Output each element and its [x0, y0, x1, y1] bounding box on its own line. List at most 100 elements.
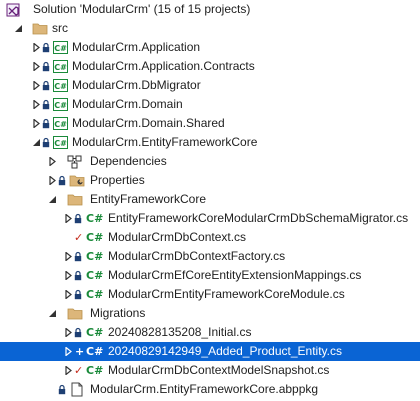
- modified-check-icon: ✓: [74, 364, 84, 377]
- csharp-file-icon: C#: [86, 250, 104, 263]
- file-node[interactable]: C# 20240828135208_Initial.cs: [0, 323, 420, 342]
- properties-label: Properties: [90, 173, 145, 187]
- csharp-project-icon: C#: [53, 98, 68, 111]
- lock-icon: [74, 289, 82, 300]
- file-node[interactable]: C# ModularCrmEfCoreEntityExtensionMappin…: [0, 266, 420, 285]
- chevron-down-icon[interactable]: [48, 309, 57, 318]
- chevron-right-icon[interactable]: [32, 119, 41, 128]
- file-label: ModularCrm.EntityFrameworkCore.abppkg: [90, 382, 319, 396]
- svg-text:C#: C#: [54, 63, 67, 72]
- chevron-right-icon[interactable]: [48, 176, 57, 185]
- lock-icon: [42, 137, 50, 148]
- file-node[interactable]: ✓ C# ModularCrmDbContext.cs: [0, 228, 420, 247]
- file-node[interactable]: ModularCrm.EntityFrameworkCore.abppkg: [0, 380, 420, 399]
- folder-properties-icon: [69, 175, 85, 187]
- chevron-down-icon[interactable]: [14, 24, 23, 33]
- file-label: ModularCrmDbContextFactory.cs: [108, 249, 286, 263]
- folder-icon: [67, 194, 83, 206]
- chevron-right-icon[interactable]: [64, 252, 73, 261]
- project-node[interactable]: C# ModularCrm.Application: [0, 38, 420, 57]
- project-label: ModularCrm.DbMigrator: [72, 78, 201, 92]
- chevron-right-icon[interactable]: [32, 81, 41, 90]
- csharp-file-icon: C#: [86, 212, 104, 225]
- lock-icon: [42, 61, 50, 72]
- properties-node[interactable]: Properties: [0, 171, 420, 190]
- csharp-file-icon: C#: [86, 364, 104, 377]
- chevron-right-icon[interactable]: [64, 328, 73, 337]
- project-label: ModularCrm.Domain.Shared: [72, 116, 225, 130]
- file-label: EntityFrameworkCoreModularCrmDbSchemaMig…: [108, 211, 409, 225]
- file-label: 20240829142949_Added_Product_Entity.cs: [108, 344, 342, 358]
- lock-icon: [58, 175, 66, 186]
- csharp-project-icon: C#: [53, 136, 68, 149]
- svg-text:C#: C#: [54, 82, 67, 91]
- folder-icon: [67, 308, 83, 320]
- lock-icon: [42, 42, 50, 53]
- file-label: ModularCrmEntityFrameworkCoreModule.cs: [108, 287, 345, 301]
- document-file-icon: [71, 382, 83, 397]
- csharp-project-icon: C#: [53, 60, 68, 73]
- project-node[interactable]: C# ModularCrm.Domain.Shared: [0, 114, 420, 133]
- folder-icon: [32, 23, 48, 35]
- chevron-right-icon[interactable]: [64, 366, 73, 375]
- file-label: 20240828135208_Initial.cs: [108, 325, 252, 339]
- csharp-file-icon: C#: [86, 231, 104, 244]
- project-label: ModularCrm.Application: [72, 40, 201, 54]
- chevron-down-icon[interactable]: [48, 195, 57, 204]
- file-node-selected[interactable]: + C# 20240829142949_Added_Product_Entity…: [0, 342, 420, 361]
- svg-text:C#: C#: [54, 44, 67, 53]
- csharp-file-icon: C#: [86, 326, 104, 339]
- project-label: ModularCrm.Application.Contracts: [72, 59, 255, 73]
- chevron-right-icon[interactable]: [64, 347, 73, 356]
- project-node[interactable]: C# ModularCrm.Domain: [0, 95, 420, 114]
- svg-text:C#: C#: [54, 139, 67, 148]
- folder-migrations[interactable]: Migrations: [0, 304, 420, 323]
- chevron-down-icon[interactable]: [32, 138, 41, 147]
- lock-icon: [42, 118, 50, 129]
- svg-text:C#: C#: [54, 101, 67, 110]
- svg-text:C#: C#: [54, 120, 67, 129]
- solution-explorer-tree: Solution 'ModularCrm' (15 of 15 projects…: [0, 0, 420, 401]
- dependencies-label: Dependencies: [90, 154, 167, 168]
- folder-label: src: [52, 21, 68, 35]
- csharp-project-icon: C#: [53, 41, 68, 54]
- file-label: ModularCrmDbContext.cs: [108, 230, 247, 244]
- lock-icon: [74, 213, 82, 224]
- modified-check-icon: ✓: [74, 231, 84, 244]
- lock-icon: [42, 80, 50, 91]
- file-label: ModularCrmEfCoreEntityExtensionMappings.…: [108, 268, 362, 282]
- csharp-project-icon: C#: [53, 79, 68, 92]
- folder-label: Migrations: [90, 306, 146, 320]
- chevron-right-icon[interactable]: [64, 271, 73, 280]
- file-node[interactable]: C# ModularCrmEntityFrameworkCoreModule.c…: [0, 285, 420, 304]
- file-node[interactable]: C# EntityFrameworkCoreModularCrmDbSchema…: [0, 209, 420, 228]
- chevron-right-icon[interactable]: [64, 214, 73, 223]
- project-label: ModularCrm.Domain: [72, 97, 183, 111]
- folder-entityframeworkcore[interactable]: EntityFrameworkCore: [0, 190, 420, 209]
- file-node[interactable]: C# ModularCrmDbContextFactory.cs: [0, 247, 420, 266]
- solution-label: Solution 'ModularCrm' (15 of 15 projects…: [33, 2, 251, 16]
- folder-src[interactable]: src: [0, 19, 420, 38]
- solution-node[interactable]: Solution 'ModularCrm' (15 of 15 projects…: [0, 0, 420, 19]
- file-node[interactable]: ✓ C# ModularCrmDbContextModelSnapshot.cs: [0, 361, 420, 380]
- chevron-right-icon[interactable]: [48, 157, 57, 166]
- chevron-right-icon[interactable]: [32, 43, 41, 52]
- dependencies-node[interactable]: Dependencies: [0, 152, 420, 171]
- lock-icon: [74, 327, 82, 338]
- chevron-right-icon[interactable]: [64, 290, 73, 299]
- lock-icon: [58, 384, 66, 395]
- project-node[interactable]: C# ModularCrm.DbMigrator: [0, 76, 420, 95]
- csharp-project-icon: C#: [53, 117, 68, 130]
- dependencies-icon: [67, 155, 82, 169]
- lock-icon: [42, 99, 50, 110]
- csharp-file-icon: C#: [86, 269, 104, 282]
- project-node-efcore[interactable]: C# ModularCrm.EntityFrameworkCore: [0, 133, 420, 152]
- folder-label: EntityFrameworkCore: [90, 192, 207, 206]
- file-label: ModularCrmDbContextModelSnapshot.cs: [108, 363, 330, 377]
- csharp-file-icon: C#: [86, 288, 104, 301]
- chevron-right-icon[interactable]: [32, 62, 41, 71]
- solution-icon: [6, 3, 20, 17]
- chevron-right-icon[interactable]: [32, 100, 41, 109]
- project-label: ModularCrm.EntityFrameworkCore: [72, 135, 258, 149]
- project-node[interactable]: C# ModularCrm.Application.Contracts: [0, 57, 420, 76]
